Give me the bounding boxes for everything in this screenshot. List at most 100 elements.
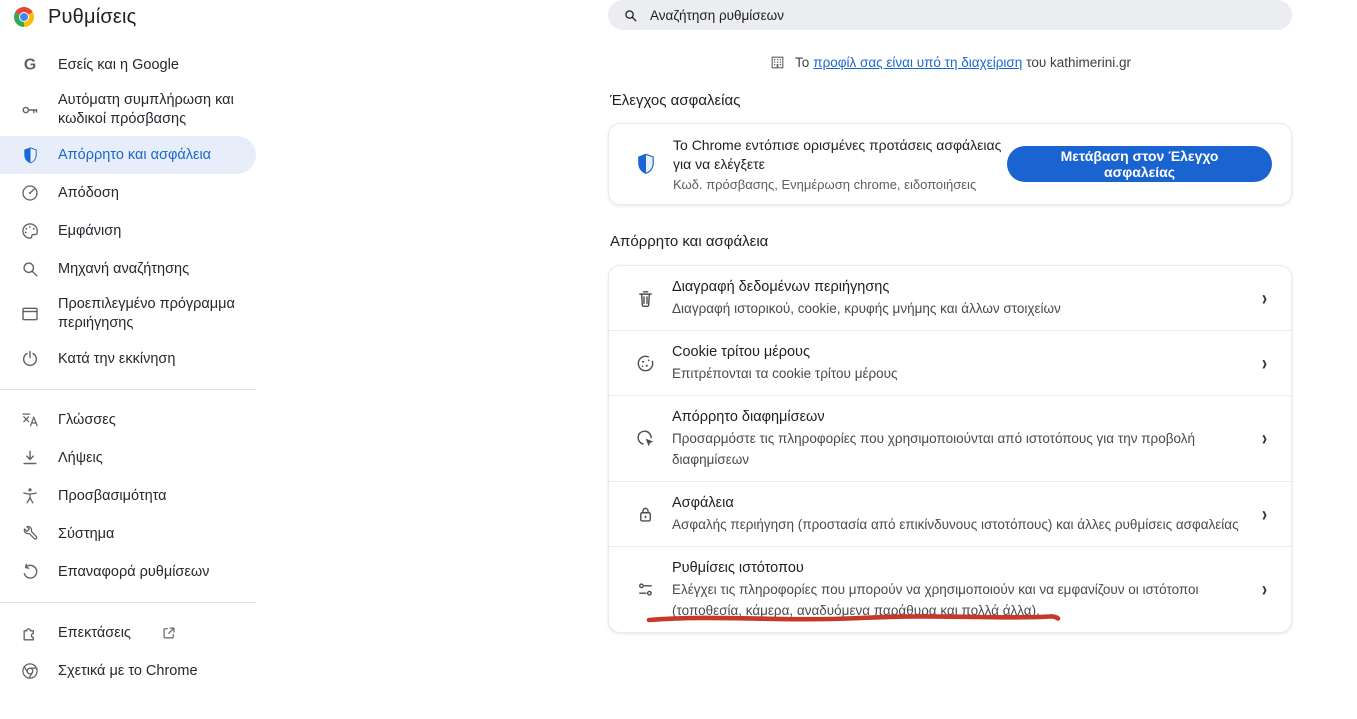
row-subtitle: Προσαρμόστε τις πληροφορίες που χρησιμοπ… <box>672 428 1244 470</box>
row-title: Ρυθμίσεις ιστότοπου <box>672 558 1244 579</box>
row-ad-privacy[interactable]: Απόρρητο διαφημίσεων Προσαρμόστε τις πλη… <box>609 395 1291 481</box>
translate-icon <box>20 410 40 430</box>
puzzle-icon <box>20 623 40 643</box>
cookie-icon <box>634 352 656 374</box>
sidebar-item-about-chrome[interactable]: Σχετικά με το Chrome <box>0 652 256 690</box>
managed-notice-text: Το προφίλ σας είναι υπό τη διαχείριση το… <box>795 55 1131 70</box>
sidebar-item-label: Προσβασιμότητα <box>58 487 167 506</box>
sidebar-item-label: Λήψεις <box>58 449 103 468</box>
sidebar-item-label: Εμφάνιση <box>58 222 121 241</box>
speedometer-icon <box>20 183 40 203</box>
shield-icon <box>634 152 658 176</box>
row-text: Ρυθμίσεις ιστότοπου Ελέγχει τις πληροφορ… <box>672 558 1244 621</box>
sidebar-item-label: Κατά την εκκίνηση <box>58 350 175 369</box>
settings-sidebar: G Εσείς και η Google Αυτόματη συμπλήρωση… <box>0 46 256 690</box>
google-g-icon: G <box>20 55 40 75</box>
svg-text:G: G <box>24 57 36 74</box>
row-text: Απόρρητο διαφημίσεων Προσαρμόστε τις πλη… <box>672 407 1244 470</box>
go-to-safety-check-button[interactable]: Μετάβαση στον Έλεγχο ασφαλείας <box>1007 146 1272 182</box>
sidebar-divider <box>0 602 256 603</box>
sidebar-item-on-startup[interactable]: Κατά την εκκίνηση <box>0 340 256 378</box>
privacy-security-heading: Απόρρητο και ασφάλεια <box>610 233 768 250</box>
shield-icon <box>20 145 40 165</box>
safety-check-subtitle: Κωδ. πρόσβασης, Ενημέρωση chrome, ειδοπο… <box>673 177 1007 192</box>
managed-notice-prefix: Το <box>795 55 809 70</box>
sidebar-item-label: Σχετικά με το Chrome <box>58 662 198 681</box>
managed-profile-link[interactable]: προφίλ σας είναι υπό τη διαχείριση <box>813 55 1022 70</box>
download-icon <box>20 448 40 468</box>
sidebar-item-label: Απόδοση <box>58 184 119 203</box>
sidebar-item-label: Επεκτάσεις <box>58 624 131 643</box>
sidebar-item-you-and-google[interactable]: G Εσείς και η Google <box>0 46 256 84</box>
row-subtitle: Ασφαλής περιήγηση (προστασία από επικίνδ… <box>672 514 1244 535</box>
managed-profile-notice: Το προφίλ σας είναι υπό τη διαχείριση το… <box>608 54 1292 71</box>
settings-search-bar[interactable] <box>608 0 1292 30</box>
sidebar-item-search-engine[interactable]: Μηχανή αναζήτησης <box>0 250 256 288</box>
sidebar-divider <box>0 389 256 390</box>
sidebar-item-label: Σύστημα <box>58 525 114 544</box>
row-text: Διαγραφή δεδομένων περιήγησης Διαγραφή ι… <box>672 277 1244 319</box>
page-title: Ρυθμίσεις <box>48 6 137 29</box>
sidebar-item-system[interactable]: Σύστημα <box>0 515 256 553</box>
wrench-icon <box>20 524 40 544</box>
sidebar-item-downloads[interactable]: Λήψεις <box>0 439 256 477</box>
search-input[interactable] <box>650 8 1277 23</box>
row-title: Ασφάλεια <box>672 493 1244 514</box>
row-title: Cookie τρίτου μέρους <box>672 342 1244 363</box>
search-icon <box>20 259 40 279</box>
sidebar-item-performance[interactable]: Απόδοση <box>0 174 256 212</box>
chevron-right-icon: › <box>1262 353 1273 374</box>
sidebar-item-privacy-security[interactable]: Απόρρητο και ασφάλεια <box>0 136 256 174</box>
palette-icon <box>20 221 40 241</box>
external-link-icon <box>161 625 177 641</box>
sidebar-item-label: Επαναφορά ρυθμίσεων <box>58 563 209 582</box>
trash-icon <box>634 287 656 309</box>
chrome-settings-page: Ρυθμίσεις G Εσείς και η Google Αυτόματη … <box>0 0 1357 719</box>
chevron-right-icon: › <box>1262 579 1273 600</box>
sidebar-item-languages[interactable]: Γλώσσες <box>0 401 256 439</box>
safety-check-text: Το Chrome εντόπισε ορισμένες προτάσεις α… <box>673 136 1007 192</box>
chevron-right-icon: › <box>1262 288 1273 309</box>
settings-main: Το προφίλ σας είναι υπό τη διαχείριση το… <box>608 0 1292 719</box>
sidebar-item-label: Προεπιλεγμένο πρόγραμμα περιήγησης <box>58 295 244 333</box>
sidebar-item-accessibility[interactable]: Προσβασιμότητα <box>0 477 256 515</box>
chrome-outline-icon <box>20 661 40 681</box>
row-text: Cookie τρίτου μέρους Επιτρέπονται τα coo… <box>672 342 1244 384</box>
reset-arrow-icon <box>20 562 40 582</box>
browser-window-icon <box>20 304 40 324</box>
tune-sliders-icon <box>634 579 656 601</box>
accessibility-icon <box>20 486 40 506</box>
row-title: Διαγραφή δεδομένων περιήγησης <box>672 277 1244 298</box>
sidebar-item-label: Γλώσσες <box>58 411 116 430</box>
row-subtitle: Διαγραφή ιστορικού, cookie, κρυφής μνήμη… <box>672 298 1244 319</box>
power-icon <box>20 349 40 369</box>
sidebar-item-default-browser[interactable]: Προεπιλεγμένο πρόγραμμα περιήγησης <box>0 288 256 340</box>
safety-check-card: Το Chrome εντόπισε ορισμένες προτάσεις α… <box>608 123 1292 205</box>
row-title: Απόρρητο διαφημίσεων <box>672 407 1244 428</box>
chevron-right-icon: › <box>1262 504 1273 525</box>
sidebar-item-appearance[interactable]: Εμφάνιση <box>0 212 256 250</box>
row-security[interactable]: Ασφάλεια Ασφαλής περιήγηση (προστασία απ… <box>609 481 1291 546</box>
row-subtitle: Ελέγχει τις πληροφορίες που μπορούν να χ… <box>672 579 1244 621</box>
sidebar-item-label: Απόρρητο και ασφάλεια <box>58 146 211 165</box>
sidebar-item-extensions[interactable]: Επεκτάσεις <box>0 614 256 652</box>
organization-building-icon <box>769 54 786 71</box>
sidebar-item-label: Μηχανή αναζήτησης <box>58 260 189 279</box>
chevron-right-icon: › <box>1262 428 1273 449</box>
lock-icon <box>634 503 656 525</box>
sidebar-item-autofill[interactable]: Αυτόματη συμπλήρωση και κωδικοί πρόσβαση… <box>0 84 256 136</box>
safety-check-heading: Έλεγχος ασφαλείας <box>610 92 740 109</box>
key-icon <box>20 100 40 120</box>
settings-header: Ρυθμίσεις <box>0 0 137 34</box>
row-subtitle: Επιτρέπονται τα cookie τρίτου μέρους <box>672 363 1244 384</box>
sidebar-item-label: Εσείς και η Google <box>58 56 179 75</box>
managed-notice-suffix: του kathimerini.gr <box>1026 55 1131 70</box>
row-third-party-cookies[interactable]: Cookie τρίτου μέρους Επιτρέπονται τα coo… <box>609 330 1291 395</box>
chrome-logo-icon <box>12 5 36 29</box>
sidebar-item-label: Αυτόματη συμπλήρωση και κωδικοί πρόσβαση… <box>58 91 244 129</box>
safety-check-title: Το Chrome εντόπισε ορισμένες προτάσεις α… <box>673 136 1007 174</box>
row-site-settings[interactable]: Ρυθμίσεις ιστότοπου Ελέγχει τις πληροφορ… <box>609 546 1291 632</box>
row-clear-browsing-data[interactable]: Διαγραφή δεδομένων περιήγησης Διαγραφή ι… <box>609 266 1291 330</box>
sidebar-item-reset-settings[interactable]: Επαναφορά ρυθμίσεων <box>0 553 256 591</box>
privacy-security-card: Διαγραφή δεδομένων περιήγησης Διαγραφή ι… <box>608 265 1292 633</box>
